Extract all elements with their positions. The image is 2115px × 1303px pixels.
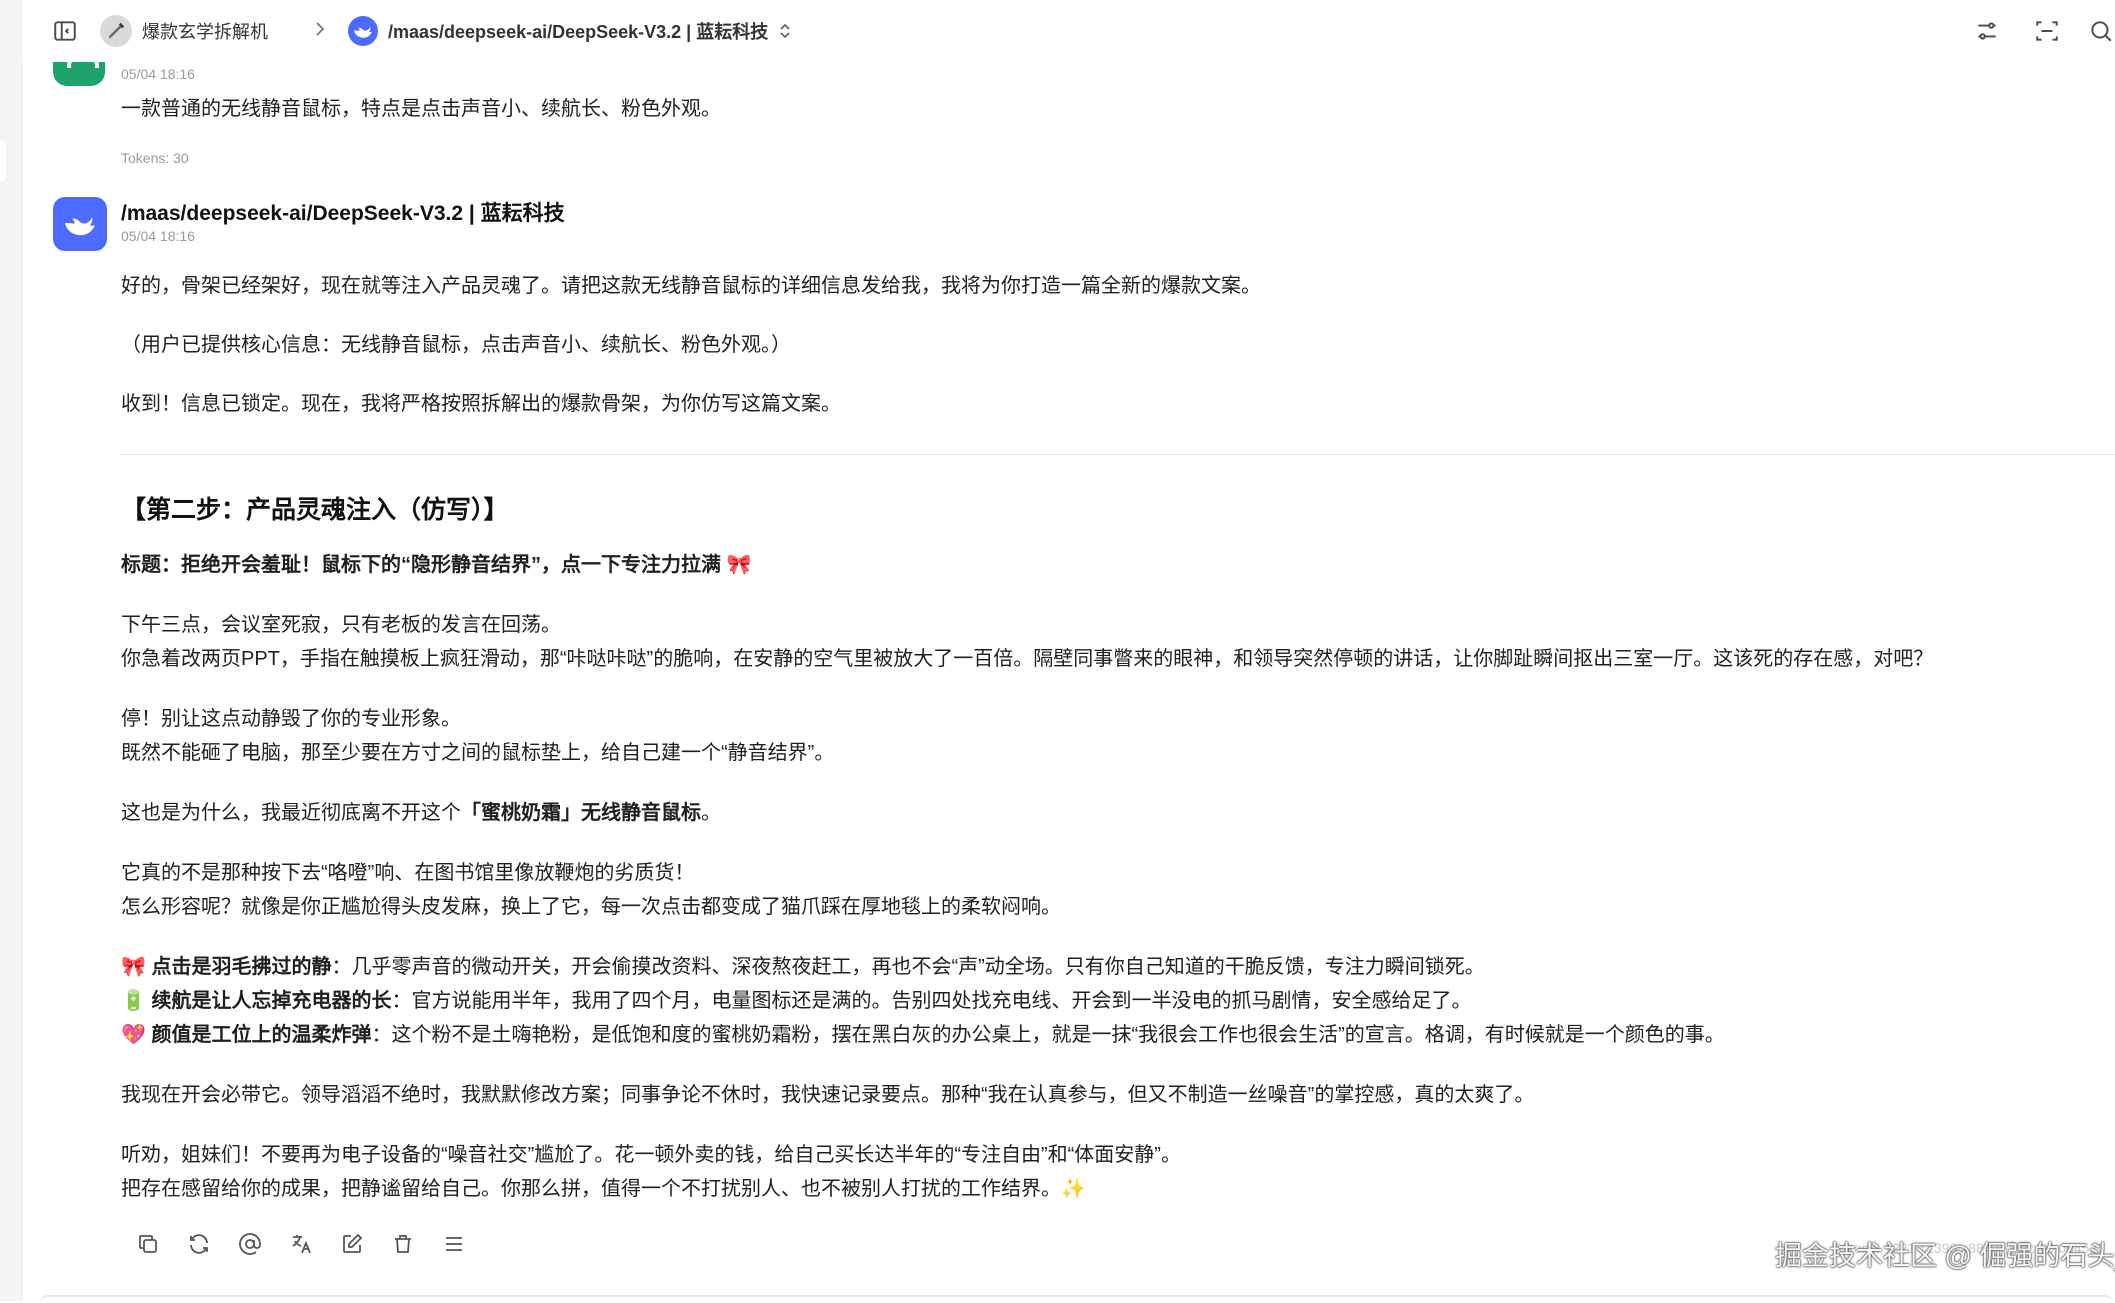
- heart-icon: 💖: [121, 1024, 146, 1046]
- copy-line-pre: 这也是为什么，我最近彻底离不开这个: [121, 802, 461, 824]
- bot-paragraph: 收到！信息已锁定。现在，我将严格按照拆解出的爆款骨架，为你仿写这篇文案。: [121, 393, 841, 415]
- breadcrumb-agent[interactable]: 爆款玄学拆解机: [100, 13, 268, 49]
- bot-paragraph: 好的，骨架已经架好，现在就等注入产品灵魂了。请把这款无线静音鼠标的详细信息发给我…: [121, 275, 1261, 297]
- expand-icon: [2036, 21, 2058, 41]
- ribbon-icon: 🎀: [121, 956, 146, 978]
- sidebar-strip: [0, 0, 23, 1301]
- expand-button[interactable]: [2030, 14, 2064, 48]
- menu-icon: [446, 1237, 462, 1251]
- search-icon: [2091, 21, 2112, 42]
- bot-message-time: 05/04 18:16: [121, 228, 195, 244]
- copy-line: 听劝，姐妹们！不要再为电子设备的“噪音社交”尴尬了。花一顿外卖的钱，给自己买长达…: [121, 1144, 1181, 1166]
- copy-line: 我现在开会必带它。领导滔滔不绝时，我默默修改方案；同事争论不休时，我快速记录要点…: [121, 1084, 1535, 1106]
- regenerate-button[interactable]: [183, 1228, 215, 1260]
- product-name: 「蜜桃奶霜」无线静音鼠标: [461, 802, 701, 824]
- bot-avatar: [53, 197, 107, 251]
- composer-edge: [40, 1295, 2113, 1303]
- message-actions: [132, 1228, 470, 1260]
- feature-bullet: 🎀 点击是羽毛拂过的静：几乎零声音的微动开关，开会偷摸改资料、深夜熬夜赶工，再也…: [121, 950, 1485, 984]
- feature-bullet-text: ：几乎零声音的微动开关，开会偷摸改资料、深夜熬夜赶工，再也不会“声”动全场。只有…: [331, 956, 1485, 978]
- bot-name: /maas/deepseek-ai/DeepSeek-V3.2 | 蓝耘科技: [121, 202, 565, 225]
- copy-line: 下午三点，会议室死寂，只有老板的发言在回荡。: [121, 614, 561, 636]
- search-button[interactable]: [2084, 14, 2115, 48]
- copy-title: 标题：拒绝开会羞耻！鼠标下的“隐形静音结界”，点一下专注力拉满 🎀: [121, 554, 752, 576]
- copy-line: 这也是为什么，我最近彻底离不开这个「蜜桃奶霜」无线静音鼠标。: [121, 796, 721, 830]
- agent-avatar: [100, 15, 132, 47]
- chevron-right-icon: [314, 20, 326, 43]
- whale-icon: [354, 26, 372, 38]
- copy-line: 既然不能砸了电脑，那至少要在方寸之间的鼠标垫上，给自己建一个“静音结界”。: [121, 742, 835, 764]
- sidebar-toggle-icon: [54, 21, 76, 41]
- edit-icon: [343, 1233, 363, 1253]
- user-message-time: 05/04 18:16: [121, 66, 195, 82]
- toggle-sidebar-button[interactable]: [48, 14, 82, 48]
- refresh-icon: [190, 1234, 208, 1254]
- translate-icon: [292, 1235, 311, 1254]
- breadcrumb-agent-label: 爆款玄学拆解机: [142, 22, 268, 42]
- user-message-text: 一款普通的无线静音鼠标，特点是点击声音小、续航长、粉色外观。: [121, 98, 721, 120]
- whale-icon: [65, 217, 95, 236]
- delete-button[interactable]: [387, 1228, 419, 1260]
- more-button[interactable]: [438, 1228, 470, 1260]
- copy-line: 停！别让这点动静毁了你的专业形象。: [121, 708, 461, 730]
- model-selector[interactable]: /maas/deepseek-ai/DeepSeek-V3.2 | 蓝耘科技: [348, 13, 792, 49]
- feature-bullet-text: ：官方说能用半年，我用了四个月，电量图标还是满的。告别四处找充电线、开会到一半没…: [391, 990, 1472, 1012]
- watermark: 掘金技术社区 @ 倔强的石头_: [1775, 1241, 2115, 1271]
- bot-paragraph: （用户已提供核心信息：无线静音鼠标，点击声音小、续航长、粉色外观。）: [121, 334, 791, 356]
- copy-line: 你急着改两页PPT，手指在触摸板上疯狂滑动，那“咔哒咔哒”的脆响，在安静的空气里…: [121, 648, 1934, 670]
- model-avatar: [348, 16, 378, 46]
- mention-button[interactable]: [234, 1228, 266, 1260]
- section-heading: 【第二步：产品灵魂注入（仿写）】: [121, 496, 509, 524]
- translate-button[interactable]: [285, 1228, 317, 1260]
- chat-area: 05/04 18:16 一款普通的无线静音鼠标，特点是点击声音小、续航长、粉色外…: [22, 0, 2115, 1301]
- feature-bullet-title: 点击是羽毛拂过的静: [151, 956, 332, 978]
- section-divider: [121, 454, 2115, 455]
- battery-icon: 🔋: [121, 990, 146, 1012]
- feature-bullet-text: ：这个粉不是土嗨艳粉，是低饱和度的蜜桃奶霜粉，摆在黑白灰的办公桌上，就是一抹“我…: [371, 1024, 1725, 1046]
- feature-bullet: 🔋 续航是让人忘掉充电器的长：官方说能用半年，我用了四个月，电量图标还是满的。告…: [121, 984, 1471, 1018]
- copy-button[interactable]: [132, 1228, 164, 1260]
- edit-button[interactable]: [336, 1228, 368, 1260]
- copy-icon: [139, 1235, 157, 1253]
- pen-icon: [108, 22, 125, 39]
- chevron-updown-icon: [780, 23, 790, 39]
- user-message-tokens: Tokens: 30: [121, 150, 189, 166]
- copy-line: 怎么形容呢？就像是你正尴尬得头皮发麻，换上了它，每一次点击都变成了猫爪踩在厚地毯…: [121, 896, 1061, 918]
- sidebar-notch: [0, 140, 6, 182]
- at-icon: [239, 1233, 261, 1255]
- trash-icon: [395, 1235, 411, 1253]
- copy-line: 它真的不是那种按下去“咯噔”响、在图书馆里像放鞭炮的劣质货！: [121, 862, 695, 884]
- feature-bullet: 💖 颜值是工位上的温柔炸弹：这个粉不是土嗨艳粉，是低饱和度的蜜桃奶霜粉，摆在黑白…: [121, 1018, 1725, 1052]
- model-name: /maas/deepseek-ai/DeepSeek-V3.2 | 蓝耘科技: [388, 22, 769, 42]
- feature-bullet-title: 颜值是工位上的温柔炸弹: [151, 1024, 372, 1046]
- top-bar: 爆款玄学拆解机 /maas/deepseek-ai/DeepSeek-V3.2 …: [22, 0, 2115, 62]
- sliders-icon: [1978, 22, 1996, 40]
- copy-line: 把存在感留给你的成果，把静谧留给自己。你那么拼，值得一个不打扰别人、也不被别人打…: [121, 1178, 1086, 1200]
- feature-bullet-title: 续航是让人忘掉充电器的长: [151, 990, 392, 1012]
- settings-button[interactable]: [1970, 14, 2004, 48]
- copy-line-post: 。: [701, 802, 721, 824]
